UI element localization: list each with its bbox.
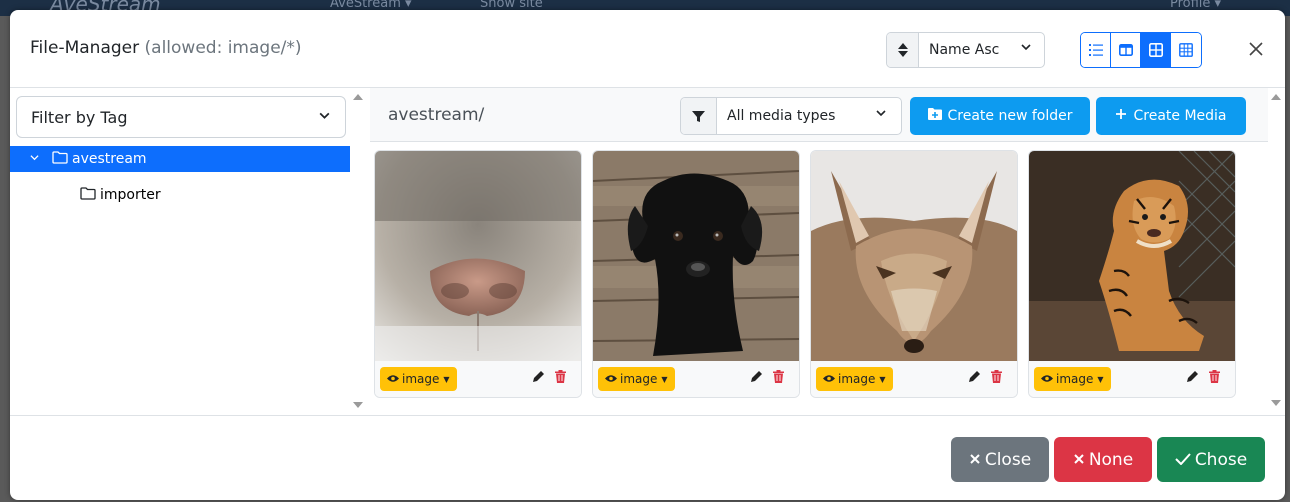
chevron-down-icon[interactable] (24, 153, 44, 165)
trash-icon[interactable] (555, 370, 566, 387)
none-button-label: None (1088, 449, 1134, 470)
filter-icon (681, 98, 717, 134)
modal-title: File-Manager (allowed: image/*) (30, 38, 302, 58)
sort-select-value: Name Asc (929, 42, 1000, 58)
close-button[interactable]: Close (951, 437, 1049, 482)
file-manager-modal: File-Manager (allowed: image/*) Name Asc (10, 10, 1285, 500)
media-pane: avestream/ All media types Create new fo… (370, 88, 1285, 413)
edit-icon[interactable] (750, 370, 763, 387)
media-type-label: image (1056, 372, 1094, 386)
media-type-filter: All media types (680, 97, 902, 135)
caret-down-icon: ▼ (1097, 374, 1104, 384)
scroll-up-icon[interactable] (1271, 94, 1281, 100)
view-grid-small-button[interactable] (1171, 33, 1201, 67)
caret-down-icon: ▼ (443, 374, 450, 384)
close-button-label: Close (984, 449, 1032, 470)
tree-item-label: avestream (72, 151, 147, 167)
sort-select[interactable]: Name Asc (919, 33, 1044, 67)
caret-down-icon: ▼ (661, 374, 668, 384)
tag-filter-placeholder: Filter by Tag (31, 107, 128, 127)
cat-nose-photo[interactable] (375, 151, 581, 361)
media-toolbar: avestream/ All media types Create new fo… (370, 88, 1268, 142)
trash-icon[interactable] (991, 370, 1002, 387)
media-type-label: image (620, 372, 658, 386)
chevron-down-icon (318, 109, 331, 126)
modal-title-text: File-Manager (30, 38, 140, 58)
create-media-label: Create Media (1133, 108, 1227, 124)
media-card[interactable]: image ▼ (374, 150, 582, 398)
black-puppy-photo[interactable] (593, 151, 799, 361)
grid-small-icon (1179, 43, 1193, 57)
tag-filter-select[interactable]: Filter by Tag (16, 96, 346, 138)
media-type-badge[interactable]: image ▼ (598, 367, 675, 391)
media-type-badge[interactable]: image ▼ (380, 367, 457, 391)
scroll-up-icon[interactable] (353, 94, 363, 100)
close-icon (1249, 42, 1263, 56)
folder-tree-pane: Filter by Tag avestream importer (10, 88, 366, 413)
media-card[interactable]: image ▼ (810, 150, 1018, 398)
current-path: avestream/ (388, 105, 485, 125)
media-card-footer: image ▼ (593, 361, 799, 397)
chevron-down-icon (875, 107, 887, 122)
media-type-label: image (402, 372, 440, 386)
sort-control: Name Asc (886, 32, 1045, 68)
list-icon (1088, 44, 1103, 56)
modal-header: File-Manager (allowed: image/*) Name Asc (10, 10, 1285, 88)
create-folder-button[interactable]: Create new folder (910, 97, 1090, 135)
check-icon (1175, 450, 1191, 470)
media-type-label: image (838, 372, 876, 386)
trash-icon[interactable] (773, 370, 784, 387)
media-type-badge[interactable]: image ▼ (816, 367, 893, 391)
chevron-down-icon (1020, 41, 1032, 56)
edit-icon[interactable] (1186, 370, 1199, 387)
trash-icon[interactable] (1209, 370, 1220, 387)
media-type-badge[interactable]: image ▼ (1034, 367, 1111, 391)
folder-icon (80, 186, 96, 204)
tree-item-importer[interactable]: importer (80, 182, 161, 208)
scroll-down-icon[interactable] (353, 402, 363, 408)
none-button[interactable]: None (1054, 437, 1152, 482)
view-mode-group (1080, 32, 1202, 68)
close-icon (969, 450, 981, 470)
folder-icon (52, 150, 68, 168)
scroll-down-icon[interactable] (1271, 400, 1281, 406)
edit-icon[interactable] (532, 370, 545, 387)
media-scrollbar[interactable] (1269, 88, 1283, 413)
edit-icon[interactable] (968, 370, 981, 387)
media-card[interactable]: image ▼ (1028, 150, 1236, 398)
eye-icon (823, 372, 835, 386)
media-card-footer: image ▼ (1029, 361, 1235, 397)
sort-icon (887, 33, 919, 67)
coyote-photo[interactable] (811, 151, 1017, 361)
modal-footer: Close None Chose (10, 415, 1285, 500)
eye-icon (605, 372, 617, 386)
create-folder-label: Create new folder (947, 108, 1073, 124)
close-icon (1073, 450, 1085, 470)
eye-icon (387, 372, 399, 386)
media-type-select[interactable]: All media types (717, 98, 901, 134)
tiger-cub-photo[interactable] (1029, 151, 1235, 361)
create-media-button[interactable]: Create Media (1096, 97, 1246, 135)
modal-close-button[interactable] (1243, 36, 1269, 62)
view-list-button[interactable] (1081, 33, 1111, 67)
chose-button-label: Chose (1194, 449, 1248, 470)
grid-large-icon (1148, 43, 1163, 57)
media-type-value: All media types (727, 108, 836, 124)
media-card-footer: image ▼ (375, 361, 581, 397)
allowed-types: (allowed: image/*) (144, 38, 302, 58)
chose-button[interactable]: Chose (1157, 437, 1265, 482)
folder-plus-icon (927, 108, 942, 124)
media-card-footer: image ▼ (811, 361, 1017, 397)
caret-down-icon: ▼ (879, 374, 886, 384)
columns-icon (1118, 43, 1133, 56)
eye-icon (1041, 372, 1053, 386)
media-card[interactable]: image ▼ (592, 150, 800, 398)
tree-item-avestream[interactable]: avestream (10, 146, 350, 172)
view-columns-button[interactable] (1111, 33, 1141, 67)
view-grid-large-button[interactable] (1141, 33, 1171, 67)
tree-scrollbar[interactable] (351, 90, 365, 413)
tree-item-label: importer (100, 187, 161, 203)
plus-icon (1115, 108, 1127, 124)
